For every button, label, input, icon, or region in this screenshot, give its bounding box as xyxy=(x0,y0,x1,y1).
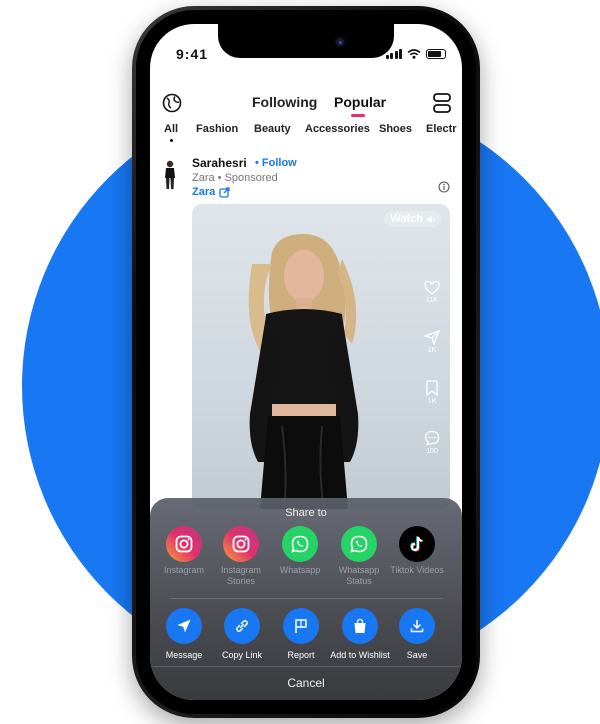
share-label: Instagram Stories xyxy=(220,565,262,586)
flag-icon xyxy=(283,608,319,644)
share-action[interactable]: 1K xyxy=(420,330,444,354)
category-all[interactable]: All xyxy=(164,123,178,135)
category-shoes[interactable]: Shoes xyxy=(379,123,412,135)
cancel-divider xyxy=(150,666,462,667)
action-label: Add to Wishlist xyxy=(330,650,390,660)
share-sheet-title: Share to xyxy=(285,507,327,519)
share-label: Tiktok Videos xyxy=(390,565,444,575)
shopping-bag-icon xyxy=(342,608,378,644)
phone-screen: 9:41 Following Popular All Fashion Beaut… xyxy=(150,24,462,700)
phone-frame: 9:41 Following Popular All Fashion Beaut… xyxy=(132,6,480,718)
action-message[interactable]: Message xyxy=(154,608,214,660)
link-icon xyxy=(224,608,260,644)
follow-button[interactable]: • Follow xyxy=(255,157,297,169)
watch-button[interactable]: Watch xyxy=(384,211,442,227)
like-count: 11K xyxy=(426,297,438,304)
share-whatsapp[interactable]: Whatsapp xyxy=(270,526,330,576)
share-count: 1K xyxy=(427,347,437,354)
action-copy-link[interactable]: Copy Link xyxy=(212,608,272,660)
tab-following[interactable]: Following xyxy=(252,94,317,110)
whatsapp-icon xyxy=(341,526,377,562)
status-icons xyxy=(385,49,446,59)
comment-action[interactable]: 100 xyxy=(420,430,444,455)
download-icon xyxy=(399,608,435,644)
share-tiktok[interactable]: Tiktok Videos xyxy=(387,526,447,576)
action-report[interactable]: Report xyxy=(271,608,331,660)
category-electronics[interactable]: Electr xyxy=(426,123,457,135)
globe-icon[interactable] xyxy=(162,93,182,113)
comment-icon xyxy=(424,430,440,446)
menu-stack-icon[interactable] xyxy=(432,92,452,114)
category-fashion[interactable]: Fashion xyxy=(196,123,238,135)
bookmark-icon xyxy=(426,380,438,396)
category-accessories[interactable]: Accessories xyxy=(305,123,370,135)
notch xyxy=(218,24,394,58)
action-save[interactable]: Save xyxy=(387,608,447,660)
speaker-icon xyxy=(427,215,435,223)
share-label: Instagram xyxy=(163,565,205,575)
active-tab-indicator xyxy=(351,114,365,117)
heart-icon xyxy=(424,280,440,295)
top-bar: Following Popular xyxy=(150,88,462,118)
info-icon[interactable] xyxy=(438,181,450,193)
share-sheet: Share to Instagram Instagram Stories Wha… xyxy=(150,498,462,700)
wifi-icon xyxy=(407,49,421,59)
share-instagram[interactable]: Instagram xyxy=(154,526,214,576)
send-icon xyxy=(424,330,440,345)
share-label: Whatsapp xyxy=(279,565,321,575)
instagram-icon xyxy=(223,526,259,562)
action-label: Save xyxy=(406,650,428,660)
tiktok-icon xyxy=(399,526,435,562)
signal-icon xyxy=(385,49,402,59)
share-instagram-stories[interactable]: Instagram Stories xyxy=(211,526,271,587)
author-name[interactable]: Sarahesri xyxy=(192,156,247,170)
post-subtitle: Zara • Sponsored xyxy=(192,172,278,184)
status-time: 9:41 xyxy=(176,46,209,62)
comment-count: 100 xyxy=(426,448,438,455)
avatar[interactable] xyxy=(162,160,178,190)
cancel-button[interactable]: Cancel xyxy=(150,676,462,690)
category-beauty[interactable]: Beauty xyxy=(254,123,291,135)
sheet-divider xyxy=(170,598,442,599)
send-icon xyxy=(166,608,202,644)
like-action[interactable]: 11K xyxy=(420,280,444,304)
active-category-dot xyxy=(170,139,173,142)
share-whatsapp-status[interactable]: Whatsapp Status xyxy=(329,526,389,587)
stage: 9:41 Following Popular All Fashion Beaut… xyxy=(0,0,600,724)
post-header: Sarahesri • Follow Zara • Sponsored Zara xyxy=(150,154,462,204)
camera-icon xyxy=(334,36,346,48)
brand-link[interactable]: Zara xyxy=(192,186,215,198)
model-photo xyxy=(248,234,359,509)
post-media[interactable]: Watch 11K 1K 1K 100 xyxy=(192,204,450,509)
save-count: 1K xyxy=(427,398,437,405)
whatsapp-icon xyxy=(282,526,318,562)
external-link-icon[interactable] xyxy=(219,187,230,198)
battery-icon xyxy=(426,49,446,59)
tab-popular[interactable]: Popular xyxy=(334,94,386,110)
action-label: Copy Link xyxy=(221,650,263,660)
instagram-icon xyxy=(166,526,202,562)
action-add-to-wishlist[interactable]: Add to Wishlist xyxy=(330,608,390,660)
share-label: Whatsapp Status xyxy=(338,565,380,586)
action-label: Report xyxy=(287,650,315,660)
category-bar: All Fashion Beauty Accessories Shoes Ele… xyxy=(150,120,462,148)
save-action[interactable]: 1K xyxy=(420,380,444,405)
action-label: Message xyxy=(165,650,203,660)
